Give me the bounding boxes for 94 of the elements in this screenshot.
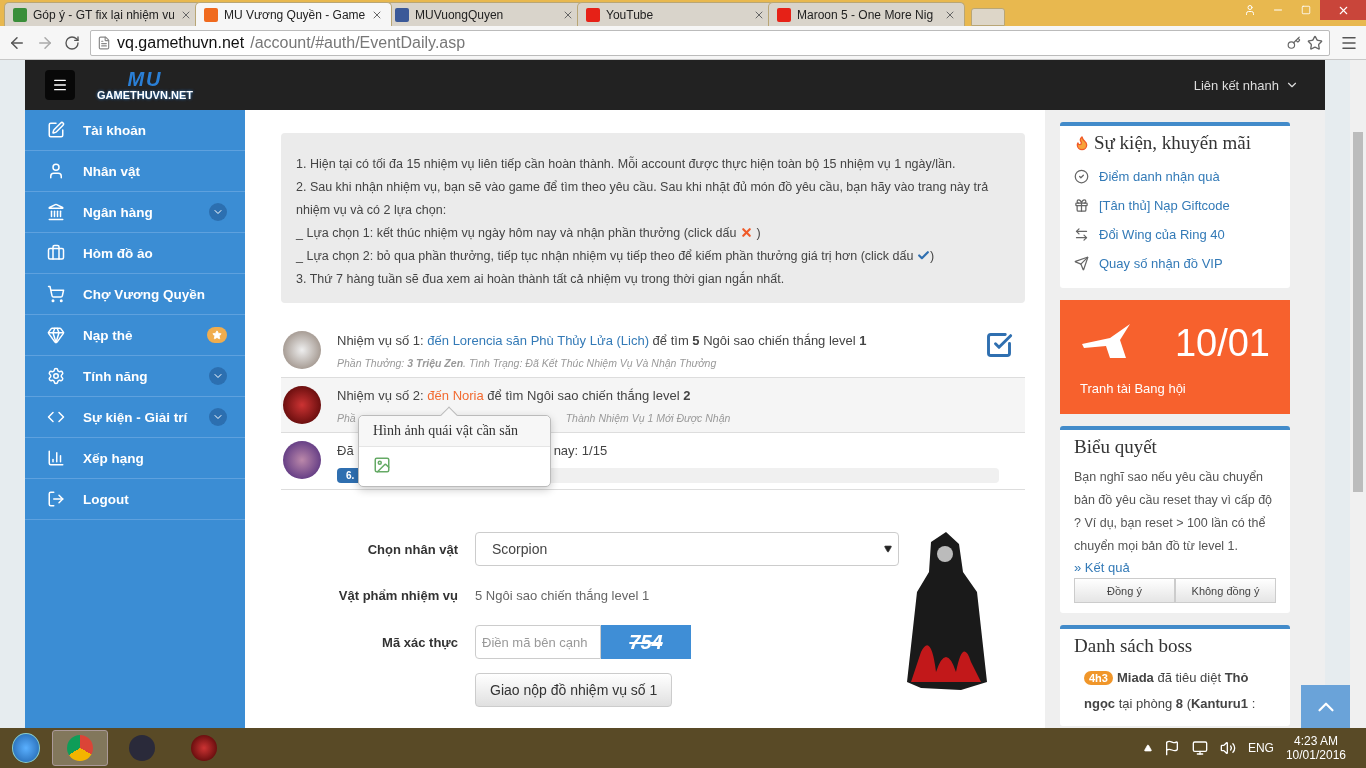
check-icon — [916, 249, 930, 262]
language-indicator[interactable]: ENG — [1247, 741, 1274, 755]
bar-chart-icon — [47, 449, 65, 467]
cross-icon — [739, 226, 753, 239]
progress-text: nay: 1/15 — [553, 442, 608, 460]
site-icon — [395, 7, 409, 22]
sidebar-item[interactable]: Sự kiện - Giải trí — [25, 397, 245, 438]
key-icon[interactable] — [1287, 35, 1301, 50]
edit-icon — [47, 121, 65, 139]
site-icon — [586, 7, 600, 22]
flag-icon[interactable] — [1163, 740, 1180, 756]
user-icon — [47, 162, 65, 180]
mission-status: Phầ — [337, 411, 356, 426]
page-icon — [97, 35, 111, 50]
menu-icon — [52, 77, 68, 93]
instruction-text: 1. Hiện tại có tối đa 15 nhiệm vụ liên tiếp cần hoàn thành. Mỗi account được thực hiện toàn bộ 15 nhiệm vụ 1 ngày/lần. — [296, 155, 957, 173]
mission-status: Phần Thưởng: 3 Triệu Zen. Tình Trạng: Đã Kết Thúc Nhiệm Vụ Và Nhận Thưởng — [337, 356, 718, 371]
gears-icon — [47, 367, 65, 385]
panel-title: Biểu quyết — [1074, 436, 1157, 458]
event-link[interactable]: Quay số nhận đồ VIP — [1099, 256, 1223, 271]
chevron-down-icon — [209, 408, 227, 426]
event-link[interactable]: [Tân thủ] Nạp Giftcode — [1099, 198, 1230, 213]
user-icon — [1244, 4, 1256, 16]
poll-question: Bạn nghĩ sao nếu yêu cầu chuyển bản đồ yêu cầu reset thay vì cấp độ ? Ví dụ, bạn reset > 100 lần có thể chuyển mọi bản đồ từ level 1. — [1074, 469, 1274, 555]
briefcase-icon — [47, 244, 65, 262]
volume-icon[interactable] — [1219, 740, 1236, 756]
vote-button[interactable]: Đồng ý — [1074, 578, 1175, 603]
paper-plane-icon — [1074, 256, 1089, 271]
bookmark-star-icon[interactable] — [1307, 34, 1323, 51]
instruction-text: 2. Sau khi nhận nhiệm vụ, bạn sẽ vào game để tìm theo yêu cầu. Sau khi nhặt đủ món đồ yêu cầu, bạn hãy vào trang này trả nhiệm vụ và có 2 lựa chọn: — [296, 179, 990, 219]
clock[interactable]: 4:23 AM 10/01/2016 — [1285, 734, 1360, 762]
chevron-down-icon — [209, 367, 227, 385]
tray-arrow-icon[interactable] — [1143, 744, 1152, 752]
avatar — [283, 386, 321, 424]
site-icon — [204, 7, 218, 22]
field-label: Chọn nhân vật — [366, 541, 458, 557]
chevron-down-icon — [209, 203, 227, 221]
address-bar[interactable]: vq.gamethuvn.net /account/#auth/EventDaily.asp — [90, 29, 1330, 56]
bank-icon — [47, 203, 65, 221]
avatar — [283, 331, 321, 369]
character-select[interactable]: Scorpion — [475, 532, 899, 566]
star-badge — [207, 327, 227, 343]
mission-text: Nhiệm vụ số 2: đến Noria để tìm Ngôi sao chiến thắng level 2 — [337, 387, 692, 405]
progress-text: Đã — [337, 442, 354, 460]
instruction-text: _ Lựa chọn 1: kết thúc nhiệm vụ ngày hôm nay và nhận phần thưởng (click dấu ) — [296, 225, 762, 242]
panel-title: Sự kiện, khuyến mãi — [1094, 132, 1251, 154]
instruction-text: _ Lựa chọn 2: bỏ qua phần thưởng, tiếp tục nhận nhiệm vụ tiếp theo để kiếm phần thưởng giá trị hơn (click dấu ) — [296, 248, 936, 265]
dropdown-arrow-icon — [884, 545, 892, 553]
avatar — [283, 441, 321, 479]
maximize-icon — [1301, 5, 1311, 15]
network-icon[interactable] — [1191, 740, 1208, 756]
mission-link[interactable]: đến Lorencia săn Phù Thủy Lửa (Lich) — [427, 333, 649, 348]
results-link[interactable]: » Kết quả — [1074, 560, 1130, 575]
captcha-image: 754 — [601, 625, 691, 659]
mission-link[interactable]: đến Noria — [427, 388, 484, 403]
menu-button[interactable] — [45, 70, 75, 100]
quick-links-dropdown[interactable]: Liên kết nhanh — [1187, 76, 1305, 94]
event-link[interactable]: Đổi Wing của Ring 40 — [1099, 227, 1225, 242]
checked-checkbox-icon[interactable] — [985, 331, 1013, 359]
browser-tab[interactable]: MU Vương Quyền - Game — [195, 2, 392, 26]
guild-event-card[interactable]: 10/01 Tranh tài Bang hội — [1060, 300, 1290, 414]
popover-title: Hình ảnh quái vật cần săn — [359, 416, 550, 447]
mission-text: Nhiệm vụ số 1: đến Lorencia săn Phù Thủy Lửa (Lich) để tìm 5 Ngôi sao chiến thắng level 1 — [337, 332, 868, 350]
site-icon — [777, 7, 791, 22]
diamond-icon — [47, 326, 65, 344]
browser-taskbar-icon[interactable] — [52, 730, 108, 766]
sidebar-item[interactable]: Nạp thẻ — [25, 315, 245, 356]
submit-button[interactable]: Giao nộp đồ nhiệm vụ số 1 — [475, 673, 673, 707]
field-label: Mã xác thực — [381, 634, 458, 650]
sidebar-item[interactable]: Tính năng — [25, 356, 245, 397]
field-value: 5 Ngôi sao chiến thắng level 1 — [475, 587, 651, 605]
gift-icon — [1074, 198, 1089, 213]
event-label: Tranh tài Bang hội — [1080, 381, 1187, 398]
mission-status: Thành Nhiệm Vụ 1 Mới Được Nhận — [565, 411, 731, 426]
scrollbar[interactable] — [1350, 60, 1366, 728]
site-icon — [13, 7, 27, 22]
logout-icon — [47, 490, 65, 508]
swap-arrows-icon — [1074, 227, 1089, 242]
boss-entry: 4h3 Miada đã tiêu diệt Thỏ ngọc tại phòng 8 (Kanturu1 : — [1083, 669, 1257, 713]
captcha-input[interactable]: Điền mã bên cạnh — [475, 625, 601, 659]
sidebar-item[interactable]: Ngân hàng — [25, 192, 245, 233]
field-label: Vật phẩm nhiệm vụ — [337, 588, 458, 603]
vote-button[interactable]: Không đồng ý — [1175, 578, 1276, 603]
instruction-text: 3. Thứ 7 hàng tuần sẽ đua xem ai hoàn thành tất cả nhiệm vụ trong thời gian ngắn nhất. — [296, 270, 786, 288]
broken-image-icon — [373, 456, 391, 474]
reload-icon[interactable] — [64, 34, 80, 51]
event-link[interactable]: Điểm danh nhận quà — [1099, 169, 1220, 184]
flame-icon — [1074, 135, 1090, 151]
site-logo[interactable]: MU GAMETHUVN.NET — [85, 65, 205, 105]
event-date: 10/01 — [1174, 322, 1270, 366]
browser-tab[interactable]: Maroon 5 - One More Nig — [768, 2, 965, 26]
check-circle-icon — [1074, 169, 1089, 184]
cart-icon — [47, 285, 65, 303]
panel-title: Danh sách boss — [1074, 635, 1193, 657]
